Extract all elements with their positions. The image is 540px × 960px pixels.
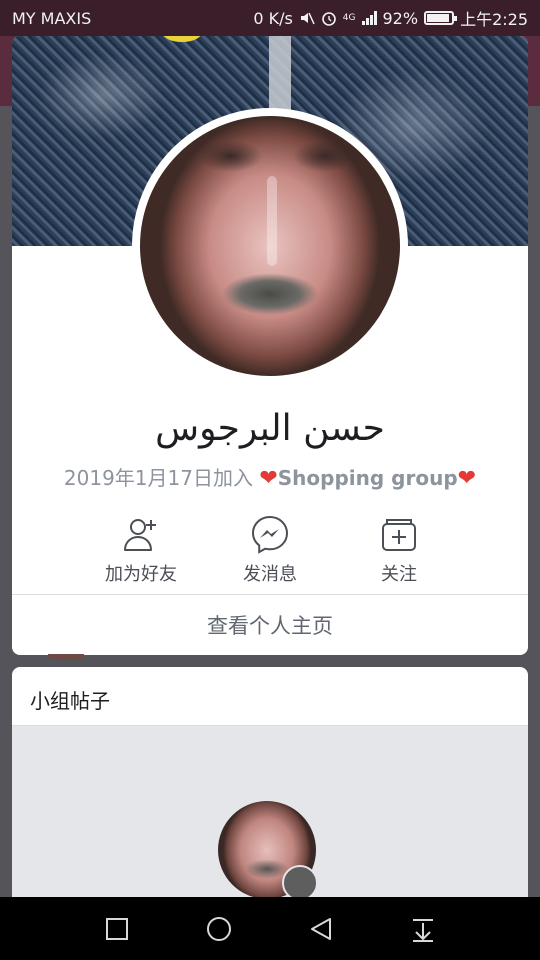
- clock: 上午2:25: [460, 10, 528, 29]
- post-badge-icon: [282, 865, 318, 901]
- battery-icon: [424, 11, 458, 25]
- heart-icon: ❤: [457, 466, 477, 491]
- profile-name: حسن البرجوس: [155, 408, 385, 449]
- profile-actions: 加为好友 发消息 关注: [12, 514, 528, 594]
- join-date: 2019年1月17日加入: [63, 466, 253, 490]
- heart-icon: ❤: [259, 466, 278, 491]
- add-friend-label: 加为好友: [105, 564, 177, 585]
- group-name[interactable]: Shopping group: [278, 466, 458, 490]
- network-speed: 0 K/s: [253, 8, 293, 28]
- notification-pull-icon[interactable]: [405, 911, 441, 947]
- alarm-icon: [321, 10, 337, 26]
- battery-percent: 92%: [382, 8, 419, 28]
- group-posts-card: 小组帖子: [12, 667, 528, 907]
- navigation-bar: [0, 897, 540, 960]
- avatar-highlight: [267, 176, 277, 266]
- background-avatar-peek: [48, 654, 84, 660]
- recents-square-icon[interactable]: [99, 911, 135, 947]
- status-indicators: 0 K/s 4G 92% 上午2:25: [253, 6, 528, 30]
- status-bar: MY MAXIS 0 K/s 4G 92% 上午2:25: [0, 0, 540, 36]
- add-friend-button[interactable]: 加为好友: [81, 514, 201, 594]
- add-friend-icon: [124, 519, 156, 551]
- group-posts-title: 小组帖子: [30, 689, 110, 713]
- mute-icon: [299, 10, 315, 26]
- signal-icon: [361, 11, 377, 25]
- messenger-icon: [251, 515, 289, 554]
- follow-button[interactable]: 关注: [339, 514, 459, 594]
- profile-card: حسن البرجوس 2019年1月17日加入 ❤Shopping group…: [12, 36, 528, 655]
- follow-label: 关注: [381, 564, 417, 585]
- profile-meta: 2019年1月17日加入 ❤Shopping group❤: [12, 462, 528, 491]
- network-type: 4G: [342, 12, 356, 23]
- home-circle-icon[interactable]: [201, 911, 237, 947]
- message-label: 发消息: [243, 564, 297, 585]
- follow-icon: [382, 519, 416, 551]
- message-button[interactable]: 发消息: [210, 514, 330, 594]
- back-triangle-icon[interactable]: [303, 911, 339, 947]
- view-profile-button[interactable]: 查看个人主页: [12, 595, 528, 655]
- carrier-label: MY MAXIS: [12, 8, 92, 28]
